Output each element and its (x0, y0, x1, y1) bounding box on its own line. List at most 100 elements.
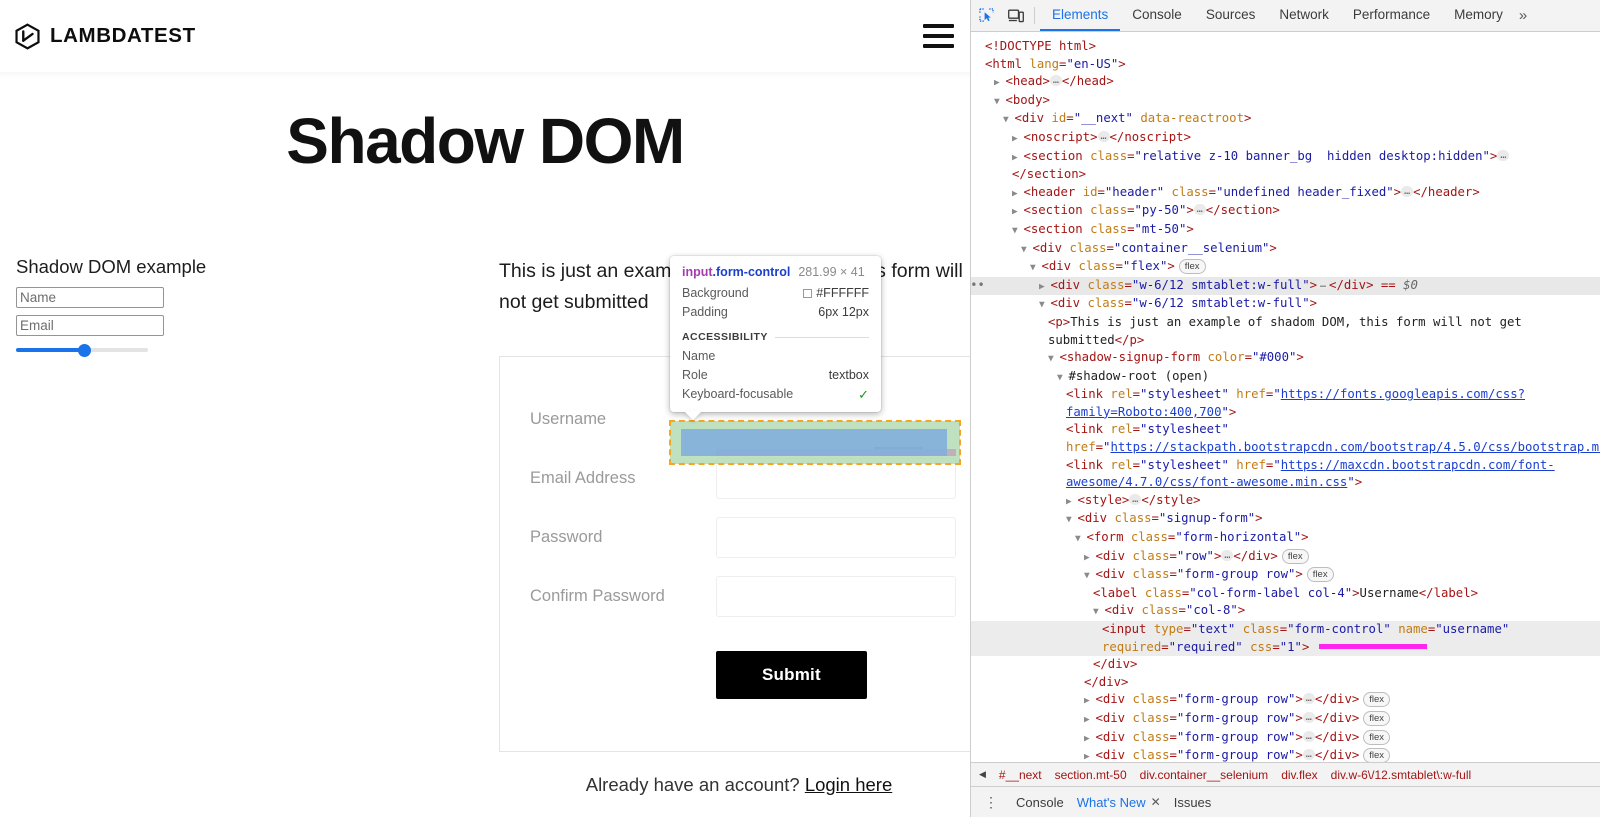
dom-tree-line[interactable]: <link rel="stylesheet" href="https://max… (971, 457, 1600, 492)
dom-tree-line[interactable]: ▶ <div class="form-group row">… </div> fle… (971, 710, 1600, 729)
breadcrumb-item-4[interactable]: div.w-6\/12.smtablet\:w-full (1331, 768, 1472, 782)
tab-network[interactable]: Network (1267, 0, 1341, 31)
breadcrumb-item-0[interactable]: #__next (999, 768, 1042, 782)
dom-tree[interactable]: <!DOCTYPE html> <html lang="en-US"> ▶ <hea… (971, 32, 1600, 762)
dom-tree-line[interactable]: </div> (971, 656, 1600, 674)
expand-triangle-closed-icon[interactable]: ▶ (1012, 206, 1023, 217)
expand-triangle-open-icon[interactable]: ▼ (1039, 299, 1050, 310)
tree-token: <form (1086, 530, 1131, 545)
more-options-icon[interactable]: ⋮ (979, 794, 1003, 811)
expand-triangle-open-icon[interactable]: ▼ (1021, 244, 1032, 255)
dom-tree-line[interactable]: ▶ <div class="row">… </div> flex (971, 548, 1600, 567)
dom-tree-line[interactable]: ▶ <noscript>… </noscript> (971, 129, 1600, 148)
dom-tree-line[interactable]: ▼ <body> (971, 92, 1600, 111)
expand-triangle-open-icon[interactable]: ▼ (1003, 114, 1014, 125)
dom-tree-line[interactable]: ▼ <section class="mt-50"> (971, 221, 1600, 240)
dom-tree-line[interactable]: </div> (971, 674, 1600, 692)
expand-triangle-open-icon[interactable]: ▼ (1057, 372, 1068, 383)
tab-elements[interactable]: Elements (1040, 0, 1121, 31)
dom-tree-line[interactable]: ▼ <div class="signup-form"> (971, 510, 1600, 529)
dom-tree-line[interactable]: <link rel="stylesheet" href="https://fon… (971, 386, 1600, 421)
tooltip-tag-class: .form-control (712, 265, 791, 279)
breadcrumb-item-2[interactable]: div.container__selenium (1140, 768, 1269, 782)
tab-performance[interactable]: Performance (1341, 0, 1442, 31)
dom-tree-line[interactable]: ▼ <div class="form-group row"> flex (971, 566, 1600, 585)
range-slider[interactable] (16, 343, 148, 357)
expand-triangle-closed-icon[interactable]: ▶ (1084, 552, 1095, 563)
dom-tree-line[interactable]: <p>This is just an example of shadom DOM… (971, 314, 1600, 349)
tree-token: = (1169, 692, 1177, 707)
login-here-link[interactable]: Login here (805, 774, 892, 795)
dom-tree-line[interactable]: ▶ <div class="form-group row">… </div> fle… (971, 691, 1600, 710)
expand-triangle-open-icon[interactable]: ▼ (1030, 262, 1041, 273)
inspect-element-icon[interactable] (971, 0, 1001, 31)
dom-tree-line[interactable]: ▼ <div class="col-8"> (971, 602, 1600, 621)
expand-triangle-closed-icon[interactable]: ▶ (1084, 714, 1095, 725)
drawer-tab-console[interactable]: Console (1016, 795, 1064, 810)
collapsed-children-icon: … (1302, 730, 1315, 742)
dom-tree-line[interactable]: ▶ <header id="header" class="undefined h… (971, 184, 1600, 203)
dom-tree-line[interactable]: ▼ <shadow-signup-form color="#000"> (971, 349, 1600, 368)
dom-tree-line[interactable]: ▶ <section class="py-50">… </section> (971, 202, 1600, 221)
brand-logo[interactable]: LAMBDATEST (14, 22, 196, 50)
tab-console[interactable]: Console (1120, 0, 1194, 31)
tree-token: <section (1023, 148, 1091, 163)
expand-triangle-open-icon[interactable]: ▼ (994, 96, 1005, 107)
expand-triangle-open-icon[interactable]: ▼ (1084, 570, 1095, 581)
dom-tree-line[interactable]: ▶ <style>… </style> (971, 492, 1600, 511)
expand-triangle-closed-icon[interactable]: ▶ (1084, 733, 1095, 744)
device-toolbar-icon[interactable] (1001, 0, 1031, 31)
tab-memory[interactable]: Memory (1442, 0, 1515, 31)
expand-triangle-closed-icon[interactable]: ▶ (1066, 496, 1077, 507)
tree-token: > (1167, 259, 1175, 274)
dom-tree-line[interactable]: ▶ <section class="relative z-10 banner_b… (971, 148, 1600, 184)
more-tabs-icon[interactable]: » (1515, 0, 1536, 31)
confirm-password-input[interactable] (716, 576, 956, 617)
username-magenta-ruler (716, 449, 956, 456)
hamburger-menu-icon[interactable] (923, 24, 954, 48)
dom-tree-line[interactable]: ••• ▶ <div class="w-6/12 smtablet:w-full"… (971, 276, 1600, 296)
expand-triangle-open-icon[interactable]: ▼ (1093, 606, 1104, 617)
dom-tree-line[interactable]: <input type="text" class="form-control" … (971, 621, 1600, 657)
dom-tree-line[interactable]: <label class="col-form-label col-4">User… (971, 585, 1600, 603)
dom-tree-line[interactable]: ▼ #shadow-root (open) (971, 368, 1600, 387)
email-input[interactable] (16, 315, 164, 336)
tab-sources[interactable]: Sources (1194, 0, 1268, 31)
expand-triangle-open-icon[interactable]: ▼ (1048, 353, 1059, 364)
dom-tree-line[interactable]: ▶ <div class="form-group row">… </div> fle… (971, 729, 1600, 748)
email-address-input[interactable] (716, 458, 956, 499)
dom-tree-line[interactable]: <html lang="en-US"> (971, 56, 1600, 74)
dom-tree-line[interactable]: <!DOCTYPE html> (971, 38, 1600, 56)
drawer-tab-issues[interactable]: Issues (1174, 795, 1212, 810)
expand-triangle-closed-icon[interactable]: ▶ (1012, 188, 1023, 199)
submit-button[interactable]: Submit (716, 651, 867, 699)
dom-tree-line[interactable]: ▼ <div class="w-6/12 smtablet:w-full"> (971, 295, 1600, 314)
name-input[interactable] (16, 287, 164, 308)
breadcrumb-item-1[interactable]: section.mt-50 (1055, 768, 1127, 782)
password-input[interactable] (716, 517, 956, 558)
tree-token: > (1237, 603, 1246, 618)
dom-tree-line[interactable]: ▶ <head>… </head> (971, 73, 1600, 92)
drawer-tab-whats-new[interactable]: What's New (1077, 795, 1146, 810)
expand-triangle-closed-icon[interactable]: ▶ (994, 77, 1005, 88)
toolbar-divider (1034, 7, 1035, 24)
expand-triangle-closed-icon[interactable]: ▶ (1039, 281, 1050, 292)
expand-triangle-closed-icon[interactable]: ▶ (1084, 751, 1095, 762)
expand-triangle-open-icon[interactable]: ▼ (1012, 225, 1023, 236)
expand-triangle-open-icon[interactable]: ▼ (1066, 514, 1077, 525)
expand-triangle-closed-icon[interactable]: ▶ (1084, 695, 1095, 706)
dom-tree-line[interactable]: ▼ <form class="form-horizontal"> (971, 529, 1600, 548)
dom-tree-line[interactable]: ▶ <div class="form-group row">… </div> fle… (971, 747, 1600, 762)
close-icon[interactable]: ✕ (1151, 795, 1161, 809)
dom-tree-line[interactable]: ▼ <div class="container__selenium"> (971, 240, 1600, 259)
dom-tree-line[interactable]: <link rel="stylesheet" href="https://sta… (971, 421, 1600, 456)
dom-tree-line[interactable]: ▼ <div class="flex"> flex (971, 258, 1600, 277)
breadcrumb-scroll-left-icon[interactable]: ◀ (979, 769, 986, 780)
tree-token: </p> (1114, 332, 1145, 347)
breadcrumb-item-3[interactable]: div.flex (1281, 768, 1317, 782)
tree-token: = (1106, 240, 1114, 255)
dom-tree-line[interactable]: ▼ <div id="__next" data-reactroot> (971, 110, 1600, 129)
expand-triangle-closed-icon[interactable]: ▶ (1012, 152, 1023, 163)
expand-triangle-closed-icon[interactable]: ▶ (1012, 133, 1023, 144)
expand-triangle-open-icon[interactable]: ▼ (1075, 533, 1086, 544)
